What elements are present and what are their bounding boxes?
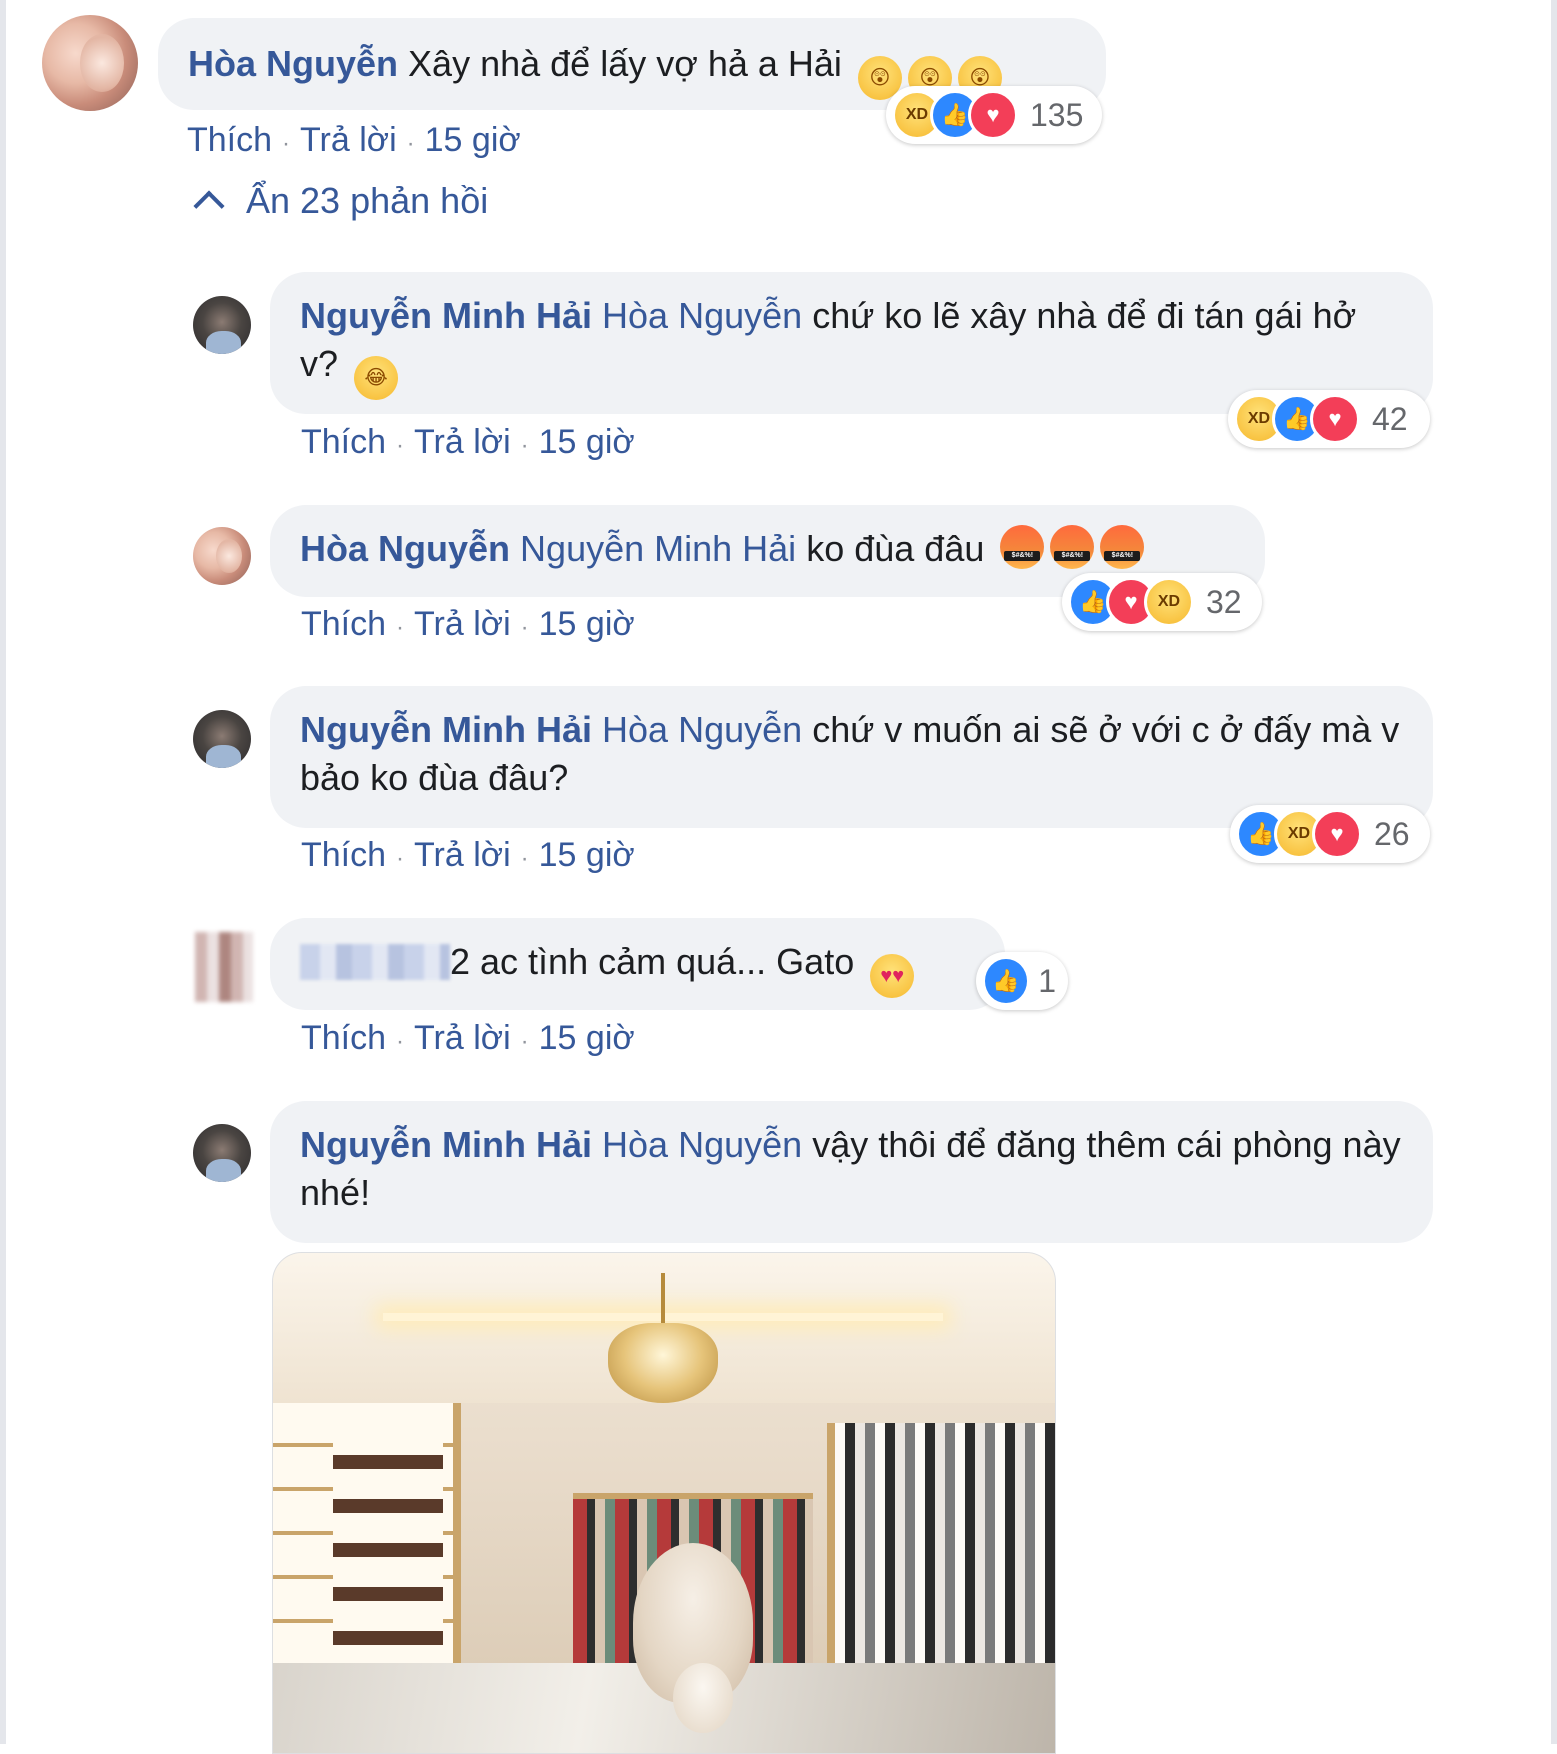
separator-dot: · <box>520 1028 529 1055</box>
hide-replies-label: Ẩn 23 phản hồi <box>246 180 489 221</box>
haha-reaction-icon: XD <box>1144 577 1194 627</box>
avatar-nguyen-minh-hai[interactable] <box>193 296 251 354</box>
separator-dot: · <box>282 130 291 157</box>
avatar-hoa-nguyen[interactable] <box>42 15 138 111</box>
like-link[interactable]: Thích <box>301 423 386 461</box>
comment-text: Xây nhà để lấy vợ hả a Hải <box>408 43 842 84</box>
right-frame-border <box>1551 0 1557 1744</box>
reaction-summary[interactable]: 👍 ♥ XD 32 <box>1062 573 1262 631</box>
comment-actions: Thích · Trả lời · 15 giờ <box>187 120 521 164</box>
cursing-emoji: $#&%! <box>1100 525 1145 569</box>
mention-link[interactable]: Hòa Nguyễn <box>602 709 802 750</box>
love-reaction-icon: ♥ <box>1312 809 1362 859</box>
comment-bubble: Nguyễn Minh Hải Hòa Nguyễn vậy thôi để đ… <box>270 1101 1433 1243</box>
reaction-summary[interactable]: 👍 XD ♥ 26 <box>1230 805 1430 863</box>
left-frame-border <box>0 0 6 1744</box>
separator-dot: · <box>396 845 405 872</box>
comment-timestamp[interactable]: 15 giờ <box>539 423 635 461</box>
cursing-emoji: $#&%! <box>1000 525 1045 569</box>
like-link[interactable]: Thích <box>301 1019 386 1057</box>
tears-of-joy-emoji: 😂 <box>354 356 399 400</box>
separator-dot: · <box>520 432 529 459</box>
comment-timestamp[interactable]: 15 giờ <box>539 836 635 874</box>
reply-link[interactable]: Trả lời <box>414 1019 511 1057</box>
comment-text: 2 ac tình cảm quá... Gato <box>450 941 855 982</box>
separator-dot: · <box>520 614 529 641</box>
reply-link[interactable]: Trả lời <box>414 423 511 461</box>
like-link[interactable]: Thích <box>301 605 386 643</box>
comment-author[interactable]: Nguyễn Minh Hải <box>300 1124 592 1165</box>
comment-timestamp[interactable]: 15 giờ <box>425 121 521 159</box>
avatar-hoa-nguyen[interactable] <box>193 527 251 585</box>
like-link[interactable]: Thích <box>301 836 386 874</box>
chevron-up-icon <box>193 190 225 222</box>
comment-actions: Thích · Trả lời · 15 giờ <box>301 422 635 466</box>
separator-dot: · <box>396 1028 405 1055</box>
like-link[interactable]: Thích <box>187 121 272 159</box>
reply-link[interactable]: Trả lời <box>414 605 511 643</box>
reaction-count: 135 <box>1030 96 1084 133</box>
comment-author[interactable]: Nguyễn Minh Hải <box>300 709 592 750</box>
reaction-count: 32 <box>1206 583 1242 620</box>
comment-bubble: 2 ac tình cảm quá... Gato ♥♥ <box>270 918 1005 1010</box>
photo-chandelier <box>608 1323 718 1403</box>
reaction-count: 26 <box>1374 815 1410 852</box>
separator-dot: · <box>396 432 405 459</box>
love-reaction-icon: ♥ <box>968 90 1018 140</box>
mention-link[interactable]: Hòa Nguyễn <box>602 295 802 336</box>
avatar-blurred-user[interactable] <box>195 932 253 1002</box>
reaction-summary[interactable]: 👍 1 <box>976 952 1068 1010</box>
comment-actions: Thích · Trả lời · 15 giờ <box>301 604 635 648</box>
heart-eyes-emoji: ♥♥ <box>870 954 915 998</box>
photo-chandelier-chain <box>661 1273 665 1328</box>
reaction-summary[interactable]: XD 👍 ♥ 135 <box>886 86 1102 144</box>
mention-link[interactable]: Hòa Nguyễn <box>602 1124 802 1165</box>
comment-timestamp[interactable]: 15 giờ <box>539 605 635 643</box>
photo-small-teddy-bear <box>673 1663 733 1733</box>
comment-author[interactable]: Nguyễn Minh Hải <box>300 295 592 336</box>
comment-author[interactable]: Hòa Nguyễn <box>300 528 510 569</box>
separator-dot: · <box>406 130 415 157</box>
reaction-count: 42 <box>1372 400 1408 437</box>
mention-link[interactable]: Nguyễn Minh Hải <box>520 528 796 569</box>
walk-in-closet-photo[interactable] <box>272 1252 1056 1754</box>
blurred-author-name[interactable] <box>300 944 450 980</box>
reply-link[interactable]: Trả lời <box>414 836 511 874</box>
love-reaction-icon: ♥ <box>1310 394 1360 444</box>
avatar-nguyen-minh-hai[interactable] <box>193 710 251 768</box>
comment-actions: Thích · Trả lời · 15 giờ <box>301 835 635 879</box>
comment-actions: Thích · Trả lời · 15 giờ <box>301 1018 635 1062</box>
avatar-nguyen-minh-hai[interactable] <box>193 1124 251 1182</box>
reaction-summary[interactable]: XD 👍 ♥ 42 <box>1228 390 1430 448</box>
reaction-count: 1 <box>1038 962 1056 999</box>
like-reaction-icon: 👍 <box>982 956 1031 1006</box>
separator-dot: · <box>520 845 529 872</box>
reply-link[interactable]: Trả lời <box>300 121 397 159</box>
comment-author[interactable]: Hòa Nguyễn <box>188 43 398 84</box>
hide-replies-toggle[interactable]: Ẩn 23 phản hồi <box>193 180 489 222</box>
cursing-emoji: $#&%! <box>1050 525 1095 569</box>
comment-text: ko đùa đâu <box>806 528 985 569</box>
separator-dot: · <box>396 614 405 641</box>
comment-timestamp[interactable]: 15 giờ <box>539 1019 635 1057</box>
